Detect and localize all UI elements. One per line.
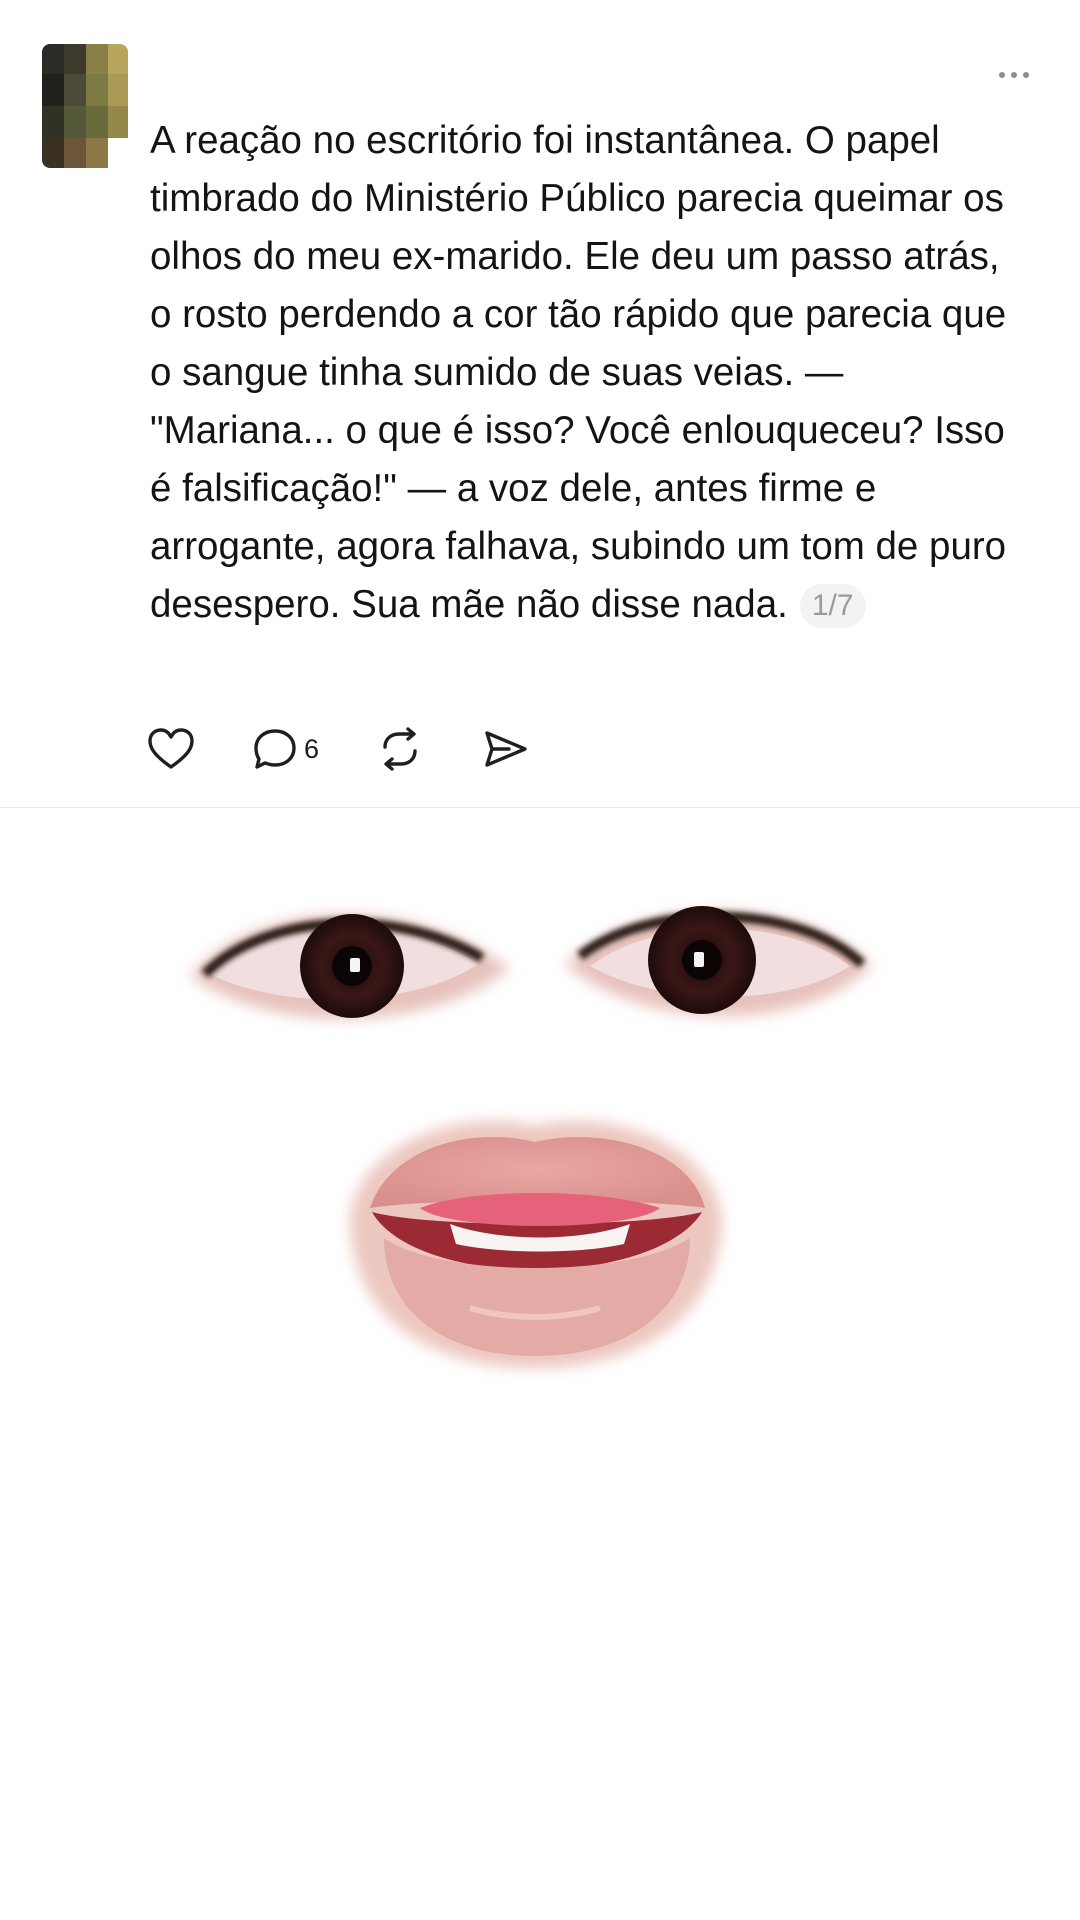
thread-post: A reação no escritório foi instantânea. … (0, 0, 1080, 808)
more-dot (999, 72, 1005, 78)
repost-icon (383, 727, 417, 771)
comment-bubble-icon (254, 729, 296, 769)
more-options-icon[interactable] (988, 60, 1040, 90)
post-image[interactable] (0, 808, 1080, 1920)
share-button[interactable] (483, 722, 531, 776)
repost-button[interactable] (377, 722, 425, 776)
right-eye (565, 906, 872, 1017)
post-actions: 6 (148, 722, 531, 776)
user-avatar[interactable] (42, 44, 128, 168)
page-indicator: 1/7 (799, 584, 866, 628)
like-button[interactable] (148, 722, 196, 776)
heart-icon (148, 728, 194, 769)
mouth (350, 1120, 722, 1368)
send-icon (485, 731, 527, 767)
left-eye (190, 914, 510, 1019)
more-dot (1011, 72, 1017, 78)
post-body: A reação no escritório foi instantânea. … (150, 112, 1030, 634)
comment-count: 6 (304, 733, 320, 764)
face-cutout-illustration (190, 906, 872, 1368)
more-dot (1023, 72, 1029, 78)
post-text: A reação no escritório foi instantânea. … (150, 119, 1007, 626)
comment-button[interactable]: 6 (252, 722, 319, 776)
